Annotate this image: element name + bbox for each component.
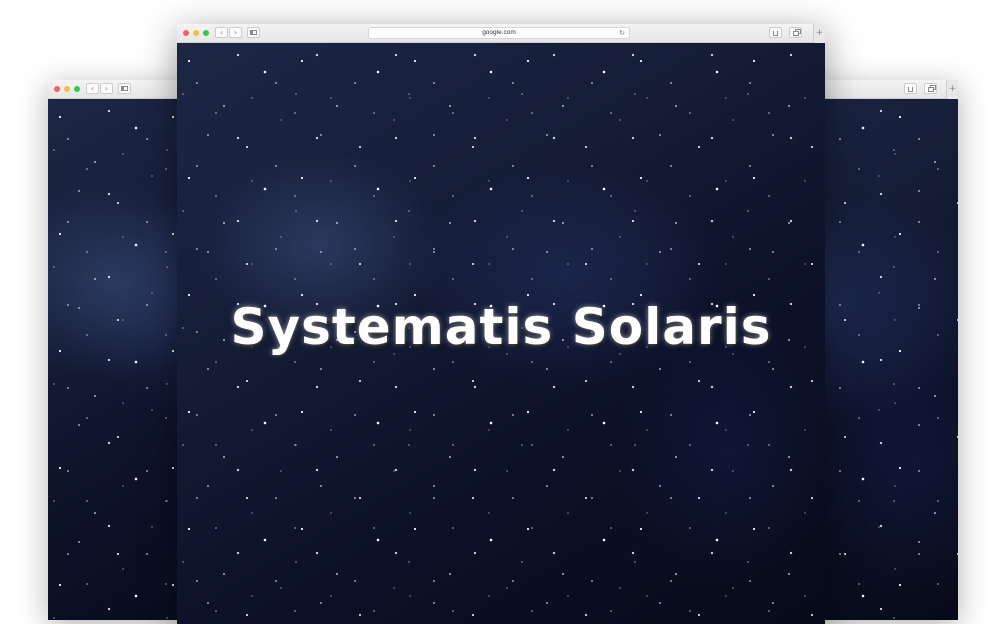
page-title: Systematis Solaris	[230, 298, 772, 356]
zoom-window-button[interactable]	[74, 86, 80, 92]
chevron-left-icon: ‹	[219, 28, 224, 37]
minimize-window-button[interactable]	[64, 86, 70, 92]
close-window-button[interactable]	[54, 86, 60, 92]
address-bar-url: google.com	[482, 29, 516, 36]
zoom-window-button[interactable]	[203, 30, 209, 36]
window-controls	[54, 86, 80, 92]
tabs-overview-icon	[792, 31, 799, 36]
close-window-button[interactable]	[183, 30, 189, 36]
minimize-window-button[interactable]	[193, 30, 199, 36]
browser-window-main: ‹ › google.com ↻ + Systematis Solaris	[177, 24, 825, 624]
tabs-overview-icon	[927, 87, 934, 92]
browser-toolbar: ‹ › google.com ↻ +	[177, 24, 825, 43]
forward-button[interactable]: ›	[229, 27, 242, 38]
chevron-right-icon: ›	[233, 28, 238, 37]
share-button[interactable]	[904, 83, 917, 94]
new-tab-button[interactable]: +	[813, 24, 825, 43]
reload-icon[interactable]: ↻	[619, 28, 625, 38]
forward-button[interactable]: ›	[100, 83, 113, 94]
chevron-right-icon: ›	[104, 84, 109, 93]
plus-icon: +	[948, 84, 957, 94]
share-icon	[908, 87, 913, 92]
address-bar[interactable]: google.com ↻	[368, 27, 630, 39]
new-tab-button[interactable]: +	[946, 80, 958, 99]
sidebar-icon	[121, 86, 128, 91]
share-button[interactable]	[769, 27, 782, 38]
back-button[interactable]: ‹	[215, 27, 228, 38]
chevron-left-icon: ‹	[90, 84, 95, 93]
sidebar-button[interactable]	[118, 83, 131, 94]
back-button[interactable]: ‹	[86, 83, 99, 94]
tabs-overview-button[interactable]	[789, 27, 802, 38]
share-icon	[773, 31, 778, 36]
window-controls	[183, 30, 209, 36]
tabs-overview-button[interactable]	[924, 83, 937, 94]
sidebar-button[interactable]	[247, 27, 260, 38]
plus-icon: +	[815, 28, 824, 38]
sidebar-icon	[250, 30, 257, 35]
page-viewport: Systematis Solaris	[177, 43, 825, 624]
